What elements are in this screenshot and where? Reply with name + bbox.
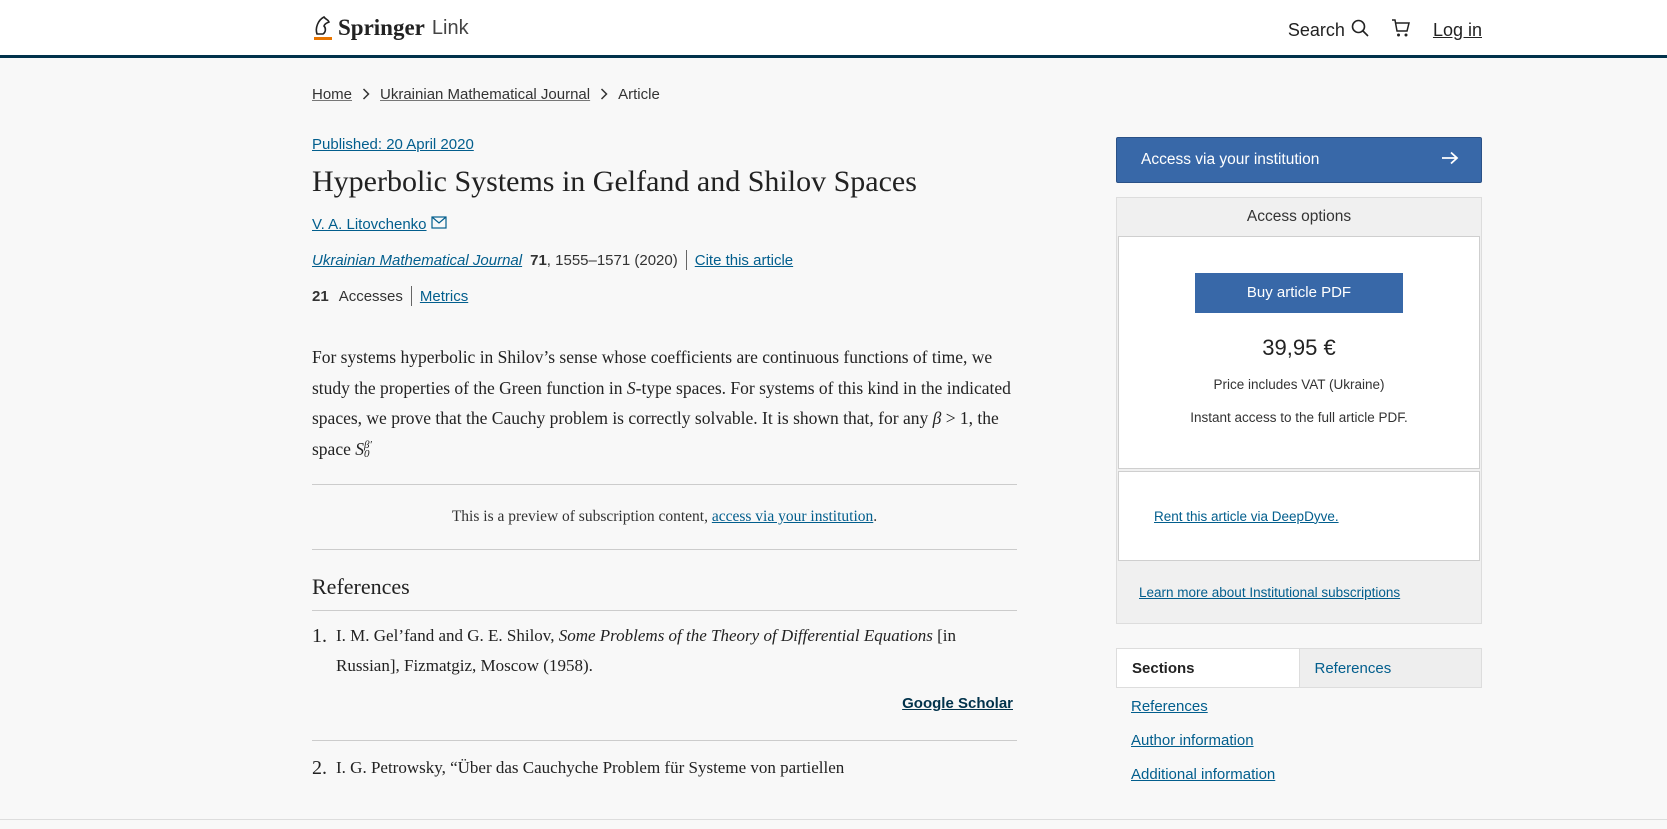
access-institution-label: Access via your institution	[1141, 151, 1320, 168]
citation-line: Ukrainian Mathematical Journal 71 , 1555…	[312, 250, 1017, 270]
springer-link-logo[interactable]: Springer Link	[312, 14, 469, 42]
journal-link[interactable]: Ukrainian Mathematical Journal	[312, 252, 522, 269]
reference-text: I. M. Gel’fand and G. E. Shilov, Some Pr…	[336, 626, 956, 675]
bottom-rule	[0, 819, 1667, 820]
section-links: References Author information Additional…	[1116, 698, 1482, 783]
pages-year: , 1555–1571 (2020)	[546, 251, 678, 269]
abstract: For systems hyperbolic in Shilov’s sense…	[312, 342, 1017, 464]
reference-item: 2. I. G. Petrowsky, “Über das Cauchyche …	[312, 753, 1017, 783]
references-heading: References	[312, 574, 1017, 611]
price: 39,95 €	[1262, 335, 1336, 360]
search-icon	[1351, 19, 1369, 42]
search-button[interactable]: Search	[1288, 19, 1369, 42]
divider	[685, 250, 687, 270]
logo-sub: Link	[431, 16, 469, 39]
reference-text: I. G. Petrowsky, “Über das Cauchyche Pro…	[336, 758, 845, 777]
login-link[interactable]: Log in	[1433, 20, 1482, 41]
tab-sections[interactable]: Sections	[1117, 649, 1300, 687]
abstract-math: β	[932, 408, 942, 428]
abstract-math: S	[355, 438, 364, 459]
rent-panel: Rent this article via DeepDyve.	[1118, 471, 1480, 561]
preview-notice: This is a preview of subscription conten…	[312, 484, 1017, 550]
header-actions: Search Log in	[1288, 18, 1482, 43]
abstract-sub: 0	[364, 448, 370, 461]
preview-end: .	[873, 508, 878, 525]
vat-note: Price includes VAT (Ukraine)	[1213, 377, 1385, 392]
abstract-math: S	[626, 377, 636, 398]
google-scholar-row: Google Scholar	[312, 695, 1017, 712]
cite-article-link[interactable]: Cite this article	[695, 252, 793, 269]
divider	[312, 740, 1017, 741]
section-link-author-information[interactable]: Author information	[1131, 732, 1482, 749]
deepdyve-rent-link[interactable]: Rent this article via DeepDyve.	[1154, 509, 1339, 524]
access-sidebar: Access via your institution Access optio…	[1116, 137, 1482, 783]
access-options-heading: Access options	[1246, 208, 1352, 225]
institutional-subscriptions-link[interactable]: Learn more about Institutional subscript…	[1139, 585, 1400, 600]
reference-number: 1.	[312, 625, 327, 647]
tab-references[interactable]: References	[1299, 649, 1481, 687]
divider	[410, 286, 412, 306]
cart-icon[interactable]	[1391, 18, 1411, 43]
site-header: Springer Link Search Log in	[0, 0, 1667, 58]
arrow-right-icon	[1441, 151, 1459, 170]
accesses-count: 21	[312, 287, 329, 305]
volume-number: 71	[530, 251, 547, 269]
buy-panel: Buy article PDF 39,95 € Price includes V…	[1118, 236, 1480, 469]
learn-more-row: Learn more about Institutional subscript…	[1117, 561, 1481, 623]
search-label: Search	[1287, 20, 1345, 40]
reference-item: 1. I. M. Gel’fand and G. E. Shilov, Some…	[312, 621, 1017, 681]
access-options-box: Access options Buy article PDF 39,95 € P…	[1116, 197, 1482, 624]
buy-pdf-button[interactable]: Buy article PDF	[1195, 273, 1403, 313]
metrics-link[interactable]: Metrics	[420, 288, 468, 305]
author-link[interactable]: V. A. Litovchenko	[312, 216, 427, 233]
article-main: Published: 20 April 2020 Hyperbolic Syst…	[312, 136, 1017, 783]
chevron-right-icon	[362, 87, 370, 103]
reference-number: 2.	[312, 757, 327, 779]
instant-access-note: Instant access to the full article PDF.	[1190, 410, 1408, 425]
access-institution-button[interactable]: Access via your institution	[1116, 137, 1482, 183]
preview-access-link[interactable]: access via your institution	[712, 508, 873, 526]
author-line: V. A. Litovchenko	[312, 216, 1017, 233]
section-link-references[interactable]: References	[1131, 698, 1482, 715]
accesses-label: Accesses	[338, 287, 403, 305]
breadcrumb-current: Article	[618, 86, 660, 103]
breadcrumb-home[interactable]: Home	[312, 86, 352, 103]
chevron-right-icon	[600, 87, 608, 103]
section-link-additional-information[interactable]: Additional information	[1131, 766, 1482, 783]
springer-horse-icon	[312, 14, 334, 42]
sidebar-tabs: Sections References	[1116, 648, 1482, 688]
abstract-math-scripts: β′ 0	[364, 440, 372, 461]
metrics-line: 21 Accesses Metrics	[312, 286, 1017, 306]
logo-brand: Springer	[338, 15, 425, 40]
breadcrumb: Home Ukrainian Mathematical Journal Arti…	[312, 86, 660, 103]
article-title: Hyperbolic Systems in Gelfand and Shilov…	[312, 165, 917, 198]
email-icon[interactable]	[430, 216, 447, 233]
breadcrumb-journal[interactable]: Ukrainian Mathematical Journal	[380, 86, 590, 103]
preview-text: This is a preview of subscription conten…	[451, 508, 708, 525]
published-date[interactable]: Published: 20 April 2020	[312, 136, 474, 153]
google-scholar-link[interactable]: Google Scholar	[902, 695, 1013, 712]
